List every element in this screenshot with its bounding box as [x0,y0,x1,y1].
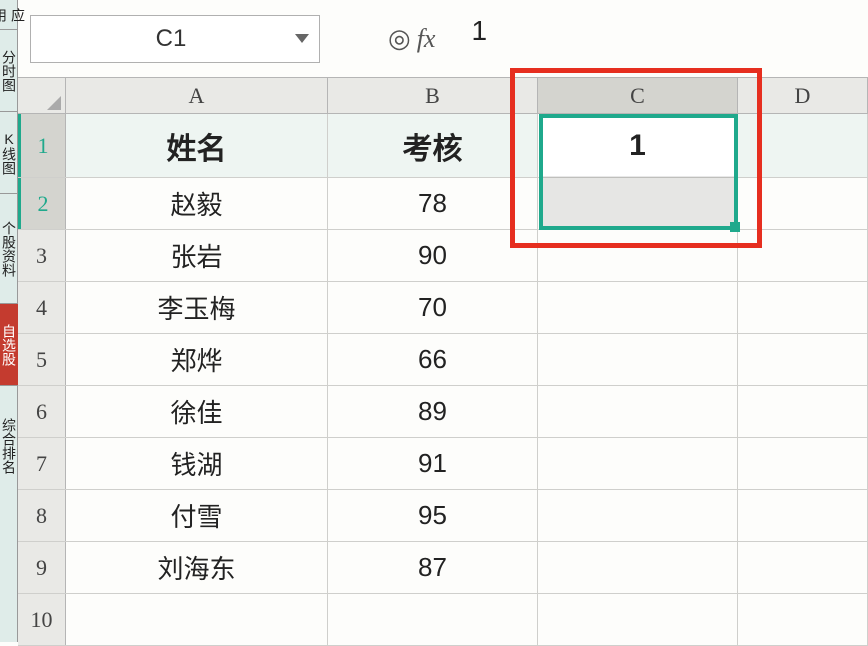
cell-C2[interactable] [538,178,738,229]
cell-B9[interactable]: 87 [328,542,538,593]
formula-bar: C1 ◎ fx 1 [18,0,868,78]
left-sidebar: 应用 分时图 K线图 个股资料 自选股 综合排名 [0,0,18,642]
cell-C8[interactable] [538,490,738,541]
row-header-5[interactable]: 5 [18,334,66,385]
col-header-D[interactable]: D [738,78,868,113]
column-headers: A B C D [18,78,868,114]
table-row: 8 付雪 95 [18,490,868,542]
sidebar-item-0[interactable]: 应用 [0,0,18,30]
table-row: 3 张岩 90 [18,230,868,282]
sidebar-item-2[interactable]: K线图 [0,112,18,194]
cell-A7[interactable]: 钱湖 [66,438,328,489]
col-header-A[interactable]: A [66,78,328,113]
row-header-3[interactable]: 3 [18,230,66,281]
cell-C6[interactable] [538,386,738,437]
cell-B8[interactable]: 95 [328,490,538,541]
cell-A1[interactable]: 姓名 [66,114,328,177]
cell-B2[interactable]: 78 [328,178,538,229]
cell-C5[interactable] [538,334,738,385]
row-header-10[interactable]: 10 [18,594,66,645]
cell-C9[interactable] [538,542,738,593]
cell-B1[interactable]: 考核 [328,114,538,177]
name-box-dropdown-icon[interactable] [295,34,309,43]
cell-C1[interactable]: 1 [538,114,738,177]
cell-D1[interactable] [738,114,868,177]
search-icon[interactable]: ◎ [388,23,411,54]
cell-D8[interactable] [738,490,868,541]
cell-D10[interactable] [738,594,868,645]
table-row: 2 赵毅 78 [18,178,868,230]
table-row: 7 钱湖 91 [18,438,868,490]
cell-D7[interactable] [738,438,868,489]
row-header-6[interactable]: 6 [18,386,66,437]
row-header-1[interactable]: 1 [18,114,66,177]
cell-D5[interactable] [738,334,868,385]
sidebar-item-4[interactable]: 自选股 [0,304,18,386]
cell-B7[interactable]: 91 [328,438,538,489]
row-header-2[interactable]: 2 [18,178,66,229]
row-header-8[interactable]: 8 [18,490,66,541]
cell-B6[interactable]: 89 [328,386,538,437]
cell-C7[interactable] [538,438,738,489]
cell-C4[interactable] [538,282,738,333]
cell-C3[interactable] [538,230,738,281]
cell-B3[interactable]: 90 [328,230,538,281]
fx-label[interactable]: fx [417,24,436,54]
table-row: 5 郑烨 66 [18,334,868,386]
cell-D6[interactable] [738,386,868,437]
formula-input[interactable]: 1 [443,15,856,63]
cell-A4[interactable]: 李玉梅 [66,282,328,333]
cell-A2[interactable]: 赵毅 [66,178,328,229]
cell-A5[interactable]: 郑烨 [66,334,328,385]
table-row: 10 [18,594,868,646]
sidebar-item-5[interactable]: 综合排名 [0,386,18,506]
cell-A10[interactable] [66,594,328,645]
select-all-corner[interactable] [18,78,66,113]
cell-D9[interactable] [738,542,868,593]
table-row: 4 李玉梅 70 [18,282,868,334]
col-header-B[interactable]: B [328,78,538,113]
cell-A6[interactable]: 徐佳 [66,386,328,437]
spreadsheet-grid: A B C D 1 姓名 考核 1 2 赵毅 78 3 张岩 [18,78,868,642]
cell-A9[interactable]: 刘海东 [66,542,328,593]
cell-B5[interactable]: 66 [328,334,538,385]
col-header-C[interactable]: C [538,78,738,113]
name-box-value: C1 [47,25,295,53]
row-header-4[interactable]: 4 [18,282,66,333]
cell-D3[interactable] [738,230,868,281]
fx-group: ◎ fx [388,23,435,54]
cell-A8[interactable]: 付雪 [66,490,328,541]
cell-D2[interactable] [738,178,868,229]
sidebar-item-1[interactable]: 分时图 [0,30,18,112]
row-header-7[interactable]: 7 [18,438,66,489]
name-box[interactable]: C1 [30,15,320,63]
cell-D4[interactable] [738,282,868,333]
row-header-9[interactable]: 9 [18,542,66,593]
cell-B10[interactable] [328,594,538,645]
table-row: 6 徐佳 89 [18,386,868,438]
rows-container: 1 姓名 考核 1 2 赵毅 78 3 张岩 90 4 [18,114,868,646]
cell-A3[interactable]: 张岩 [66,230,328,281]
table-row: 9 刘海东 87 [18,542,868,594]
cell-B4[interactable]: 70 [328,282,538,333]
cell-C10[interactable] [538,594,738,645]
table-row: 1 姓名 考核 1 [18,114,868,178]
sidebar-item-3[interactable]: 个股资料 [0,194,18,304]
